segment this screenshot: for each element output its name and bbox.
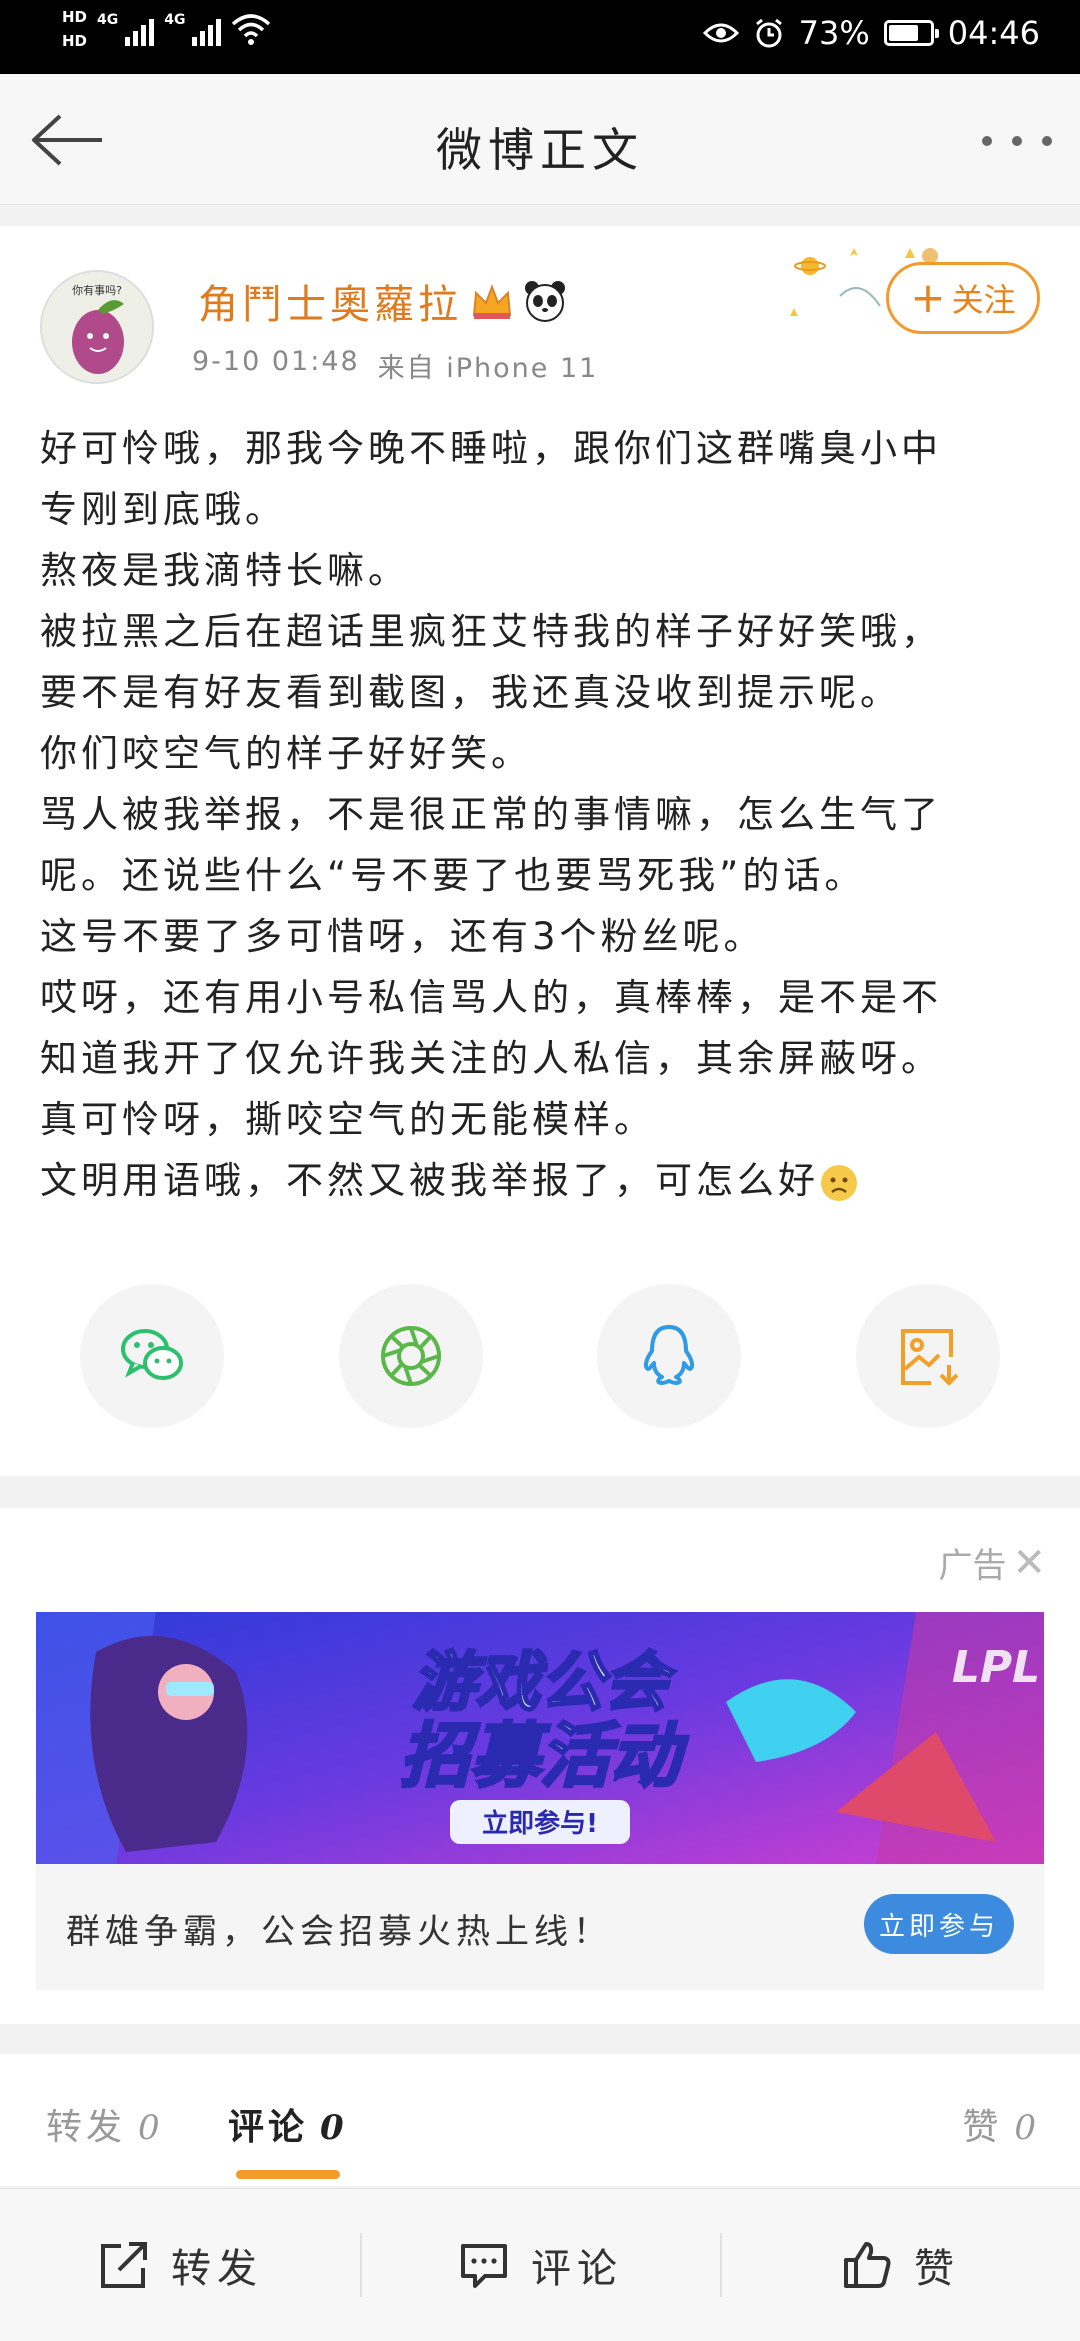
thumbs-up-icon [844, 2242, 891, 2288]
ad-text: 群雄争霸，公会招募火热上线！ [66, 1912, 612, 1952]
post-meta: 9-10 01:48 来自 iPhone 11 [192, 346, 598, 385]
like-button[interactable]: 赞 [720, 2189, 1080, 2341]
network-type-2: 4G [164, 12, 186, 28]
tab-reposts[interactable]: 转发 0 [46, 2098, 164, 2150]
avatar-image: 你有事吗? [42, 272, 152, 382]
tab-reposts-count: 0 [138, 2108, 164, 2148]
ad-banner-title-1: 游戏公会 [412, 1646, 676, 1720]
hd-indicators: HD HD [62, 8, 87, 50]
post-date: 9-10 01:48 [192, 346, 360, 377]
content-line: 你们咬空气的样子好好笑。 [40, 732, 532, 775]
share-qq-button[interactable] [597, 1284, 742, 1428]
repost-button[interactable]: 转发 [0, 2189, 360, 2341]
ad-close-icon[interactable]: ✕ [1012, 1543, 1046, 1583]
avatar[interactable]: 你有事吗? [40, 270, 154, 384]
follow-label: 关注 [951, 281, 1016, 319]
post-content: 好可怜哦，那我今晚不睡啦，跟你们这群嘴臭小中 专刚到底哦。 熬夜是我滴特长嘛。 … [40, 418, 1040, 1211]
plus-icon: + [910, 273, 946, 322]
alarm-icon [755, 18, 782, 48]
content-line: 这号不要了多可惜呀，还有3个粉丝呢。 [40, 915, 765, 958]
active-tab-indicator [236, 2170, 340, 2179]
ad-label-text: 广告 [938, 1546, 1007, 1586]
comment-icon [461, 2244, 507, 2288]
ad-footer[interactable]: 群雄争霸，公会招募火热上线！ 立即参与 [36, 1864, 1044, 1990]
avatar-caption: 你有事吗? [72, 283, 122, 297]
like-label: 赞 [914, 2246, 960, 2292]
qq-icon [644, 1325, 695, 1385]
panda-badge-icon [525, 281, 565, 322]
tab-likes-count: 0 [1014, 2108, 1040, 2148]
content-line: 熬夜是我滴特长嘛。 [40, 549, 409, 592]
ad-banner-image[interactable]: 游戏公会 招募活动 立即参与! LPL [36, 1612, 1044, 1864]
feedback-tabs: 转发 0 评论 0 赞0 [0, 2054, 1080, 2186]
wifi-icon [232, 14, 271, 45]
content-line: 呢。还说些什么“号不要了也要骂死我”的话。 [40, 854, 866, 897]
comment-button[interactable]: 评论 [360, 2189, 720, 2341]
repost-label: 转发 [171, 2246, 263, 2292]
wechat-icon [121, 1329, 183, 1380]
content-line: 真可怜呀，撕咬空气的无能模样。 [40, 1098, 655, 1141]
network-type-1: 4G [97, 12, 119, 28]
post-card: 你有事吗? 角鬥士奧蘿拉 9-10 01:48 来自 iPhone 11 + 关… [0, 226, 1080, 1476]
ad-banner-corner-text: LPL [952, 1642, 1040, 1693]
battery-fill [888, 25, 918, 41]
post-source: 来自 iPhone 11 [377, 353, 599, 384]
signal-icon-2: 4G [164, 12, 222, 46]
signal-icon-1: 4G [97, 12, 155, 46]
share-moments-button[interactable] [338, 1284, 483, 1428]
status-right: 73% 04:46 [702, 14, 1040, 52]
top-nav-bar: 微博正文 [0, 74, 1080, 205]
status-left: HD HD 4G 4G [62, 8, 271, 50]
bottom-toolbar: 转发 评论 赞 [0, 2188, 1080, 2341]
ad-label: 广告 ✕ [938, 1538, 1046, 1587]
username[interactable]: 角鬥士奧蘿拉 [198, 272, 568, 330]
tab-likes[interactable]: 赞0 [962, 2098, 1040, 2150]
tab-comments-count: 0 [320, 2108, 348, 2148]
ad-join-button[interactable]: 立即参与 [864, 1894, 1014, 1954]
content-line: 好可怜哦，那我今晚不睡啦，跟你们这群嘴臭小中 [40, 427, 942, 470]
status-bar: HD HD 4G 4G 73% 04:46 [0, 0, 1080, 74]
content-line-last: 文明用语哦，不然又被我举报了，可怎么好 [40, 1150, 1040, 1211]
hd-badge-2: HD [62, 32, 88, 50]
more-options-icon[interactable] [982, 126, 1052, 156]
ad-banner-cta: 立即参与! [482, 1808, 598, 1839]
content-line-text: 文明用语哦，不然又被我举报了，可怎么好 [40, 1159, 819, 1202]
comment-label: 评论 [531, 2246, 623, 2292]
moments-icon [380, 1326, 441, 1386]
ad-card[interactable]: 广告 ✕ 游戏公会 招募活动 立即参与! LPL 群雄争霸，公会招募火热上线！ … [0, 1508, 1080, 2024]
content-line: 专刚到底哦。 [40, 488, 286, 531]
save-image-button[interactable] [855, 1284, 1000, 1428]
repost-icon [101, 2242, 147, 2288]
clock: 04:46 [947, 14, 1040, 52]
content-line: 哎呀，还有用小号私信骂人的，真棒棒，是不是不 [40, 976, 942, 1019]
content-line: 知道我开了仅允许我关注的人私信，其余屏蔽呀。 [40, 1037, 942, 1080]
tab-reposts-label: 转发 [46, 2107, 127, 2148]
content-line: 要不是有好友看到截图，我还真没收到提示呢。 [40, 671, 901, 714]
tab-comments-label: 评论 [228, 2107, 309, 2148]
username-text[interactable]: 角鬥士奧蘿拉 [198, 272, 462, 330]
ad-banner-title-2: 招募活动 [400, 1715, 689, 1797]
eye-comfort-icon [702, 23, 739, 43]
battery-percent: 73% [798, 14, 870, 52]
save-image-icon [900, 1329, 959, 1386]
tab-comments[interactable]: 评论 0 [228, 2098, 348, 2150]
crown-badge-icon [472, 284, 512, 319]
share-row [80, 1284, 1000, 1428]
content-line: 被拉黑之后在超话里疯狂艾特我的样子好好笑哦， [40, 610, 942, 653]
page-title: 微博正文 [436, 123, 644, 177]
hd-badge-1: HD [62, 8, 88, 26]
follow-button[interactable]: + 关注 [886, 262, 1040, 334]
sad-face-emoji-icon [821, 1164, 857, 1201]
tab-likes-label: 赞 [962, 2107, 1003, 2148]
battery-icon [883, 20, 939, 46]
content-line: 骂人被我举报，不是很正常的事情嘛，怎么生气了 [40, 793, 942, 836]
share-wechat-button[interactable] [80, 1284, 224, 1428]
